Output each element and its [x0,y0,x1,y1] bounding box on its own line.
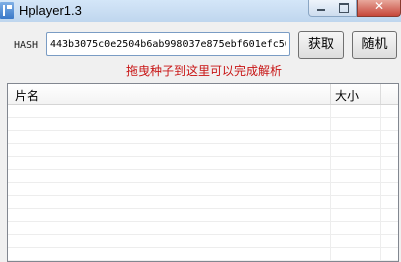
column-header-name[interactable]: 片名 [15,87,39,104]
column-divider[interactable] [330,84,331,104]
title-bar[interactable]: Hplayer1.3 ✕ [0,0,401,22]
close-icon: ✕ [373,0,385,13]
list-header: 片名 大小 [8,84,398,105]
drop-hint-text: 拖曳种子到这里可以完成解析 [126,64,283,78]
maximize-icon [339,3,349,13]
close-button[interactable]: ✕ [357,0,401,17]
random-button[interactable]: 随机 [352,31,397,59]
minimize-button[interactable] [308,0,334,17]
app-icon [0,2,14,19]
minimize-icon [317,9,325,11]
main-panel: HASH 获取 随机 拖曳种子到这里可以完成解析 片名 大小 [0,22,401,262]
grid-line [330,105,331,261]
fetch-button[interactable]: 获取 [298,31,344,59]
grid-line [380,105,381,261]
column-divider[interactable] [380,84,381,104]
list-body[interactable] [8,105,398,261]
hash-label: HASH [14,40,39,51]
window-title: Hplayer1.3 [19,3,82,18]
hash-input[interactable] [46,32,290,56]
column-header-size[interactable]: 大小 [335,87,359,104]
maximize-button[interactable] [332,0,357,17]
file-list[interactable]: 片名 大小 [7,83,399,262]
